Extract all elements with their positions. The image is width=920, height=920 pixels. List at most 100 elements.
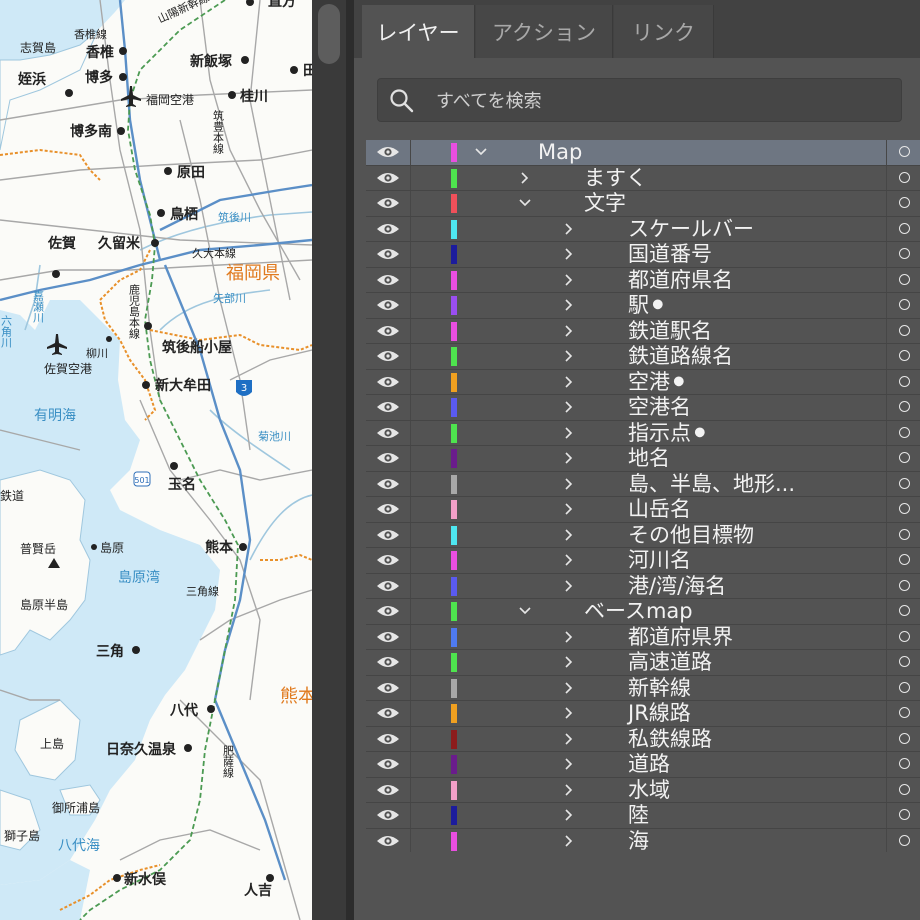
eye-icon[interactable] xyxy=(376,476,400,492)
layer-row[interactable]: 私鉄線路 xyxy=(366,726,920,752)
layer-name[interactable]: 海 xyxy=(628,829,649,854)
layer-name[interactable]: 文字 xyxy=(584,191,626,216)
layer-name[interactable]: JR線路 xyxy=(628,701,691,726)
layer-name[interactable]: Map xyxy=(538,140,582,165)
eye-icon[interactable] xyxy=(376,731,400,747)
layer-row[interactable]: 空港⚫ xyxy=(366,369,920,395)
eye-icon[interactable] xyxy=(376,833,400,849)
chevron-right-icon[interactable] xyxy=(562,273,576,287)
chevron-right-icon[interactable] xyxy=(562,783,576,797)
layer-name[interactable]: 指示点⚫ xyxy=(628,421,709,446)
layer-target-circle[interactable] xyxy=(899,503,910,514)
chevron-right-icon[interactable] xyxy=(562,528,576,542)
chevron-right-icon[interactable] xyxy=(562,400,576,414)
eye-icon[interactable] xyxy=(376,629,400,645)
chevron-right-icon[interactable] xyxy=(562,553,576,567)
layer-target-circle[interactable] xyxy=(899,324,910,336)
chevron-right-icon[interactable] xyxy=(562,732,576,746)
layer-target-circle[interactable] xyxy=(899,452,910,463)
layer-row[interactable]: 地名 xyxy=(366,446,920,472)
layer-target-circle[interactable] xyxy=(899,681,910,693)
canvas-scroll-track[interactable] xyxy=(312,0,346,920)
layer-target-circle[interactable] xyxy=(899,656,910,667)
layer-target-circle[interactable] xyxy=(899,630,910,642)
layer-target-circle[interactable] xyxy=(899,426,910,438)
layer-row[interactable]: ベースmap xyxy=(366,599,920,625)
eye-icon[interactable] xyxy=(376,756,400,772)
layer-target-circle[interactable] xyxy=(899,299,910,310)
eye-icon[interactable] xyxy=(376,501,400,517)
eye-icon[interactable] xyxy=(376,195,400,211)
chevron-down-icon[interactable] xyxy=(518,604,532,618)
layer-row[interactable]: 鉄道路線名 xyxy=(366,344,920,370)
eye-icon[interactable] xyxy=(376,578,400,594)
tab-layers[interactable]: レイヤー xyxy=(362,5,475,58)
eye-icon[interactable] xyxy=(376,807,400,823)
layer-row[interactable]: 指示点⚫ xyxy=(366,420,920,446)
chevron-right-icon[interactable] xyxy=(562,426,576,440)
eye-icon[interactable] xyxy=(376,603,400,619)
layer-name[interactable]: スケールバー xyxy=(628,217,754,242)
chevron-right-icon[interactable] xyxy=(562,375,576,389)
layer-target-circle[interactable] xyxy=(899,222,910,234)
chevron-right-icon[interactable] xyxy=(562,706,576,720)
eye-icon[interactable] xyxy=(376,272,400,288)
layer-name[interactable]: 鉄道路線名 xyxy=(628,344,733,369)
chevron-right-icon[interactable] xyxy=(562,222,576,236)
layer-row[interactable]: 島、半島、地形... xyxy=(366,471,920,497)
layer-name[interactable]: 国道番号 xyxy=(628,242,712,267)
layer-row[interactable]: 新幹線 xyxy=(366,675,920,701)
layer-row[interactable]: ますく xyxy=(366,165,920,191)
eye-icon[interactable] xyxy=(376,170,400,186)
layer-name[interactable]: 新幹線 xyxy=(628,676,691,701)
layer-target-circle[interactable] xyxy=(899,834,910,846)
eye-icon[interactable] xyxy=(376,654,400,670)
layer-name[interactable]: 私鉄線路 xyxy=(628,727,712,752)
map-canvas[interactable]: 3 501 志賀島 香椎線 山陽新幹線 直方 香椎 新飯塚 田 姪浜 博多 福岡… xyxy=(0,0,312,920)
layer-row[interactable]: JR線路 xyxy=(366,701,920,727)
layer-row[interactable]: 都道府県名 xyxy=(366,267,920,293)
eye-icon[interactable] xyxy=(376,374,400,390)
layer-row[interactable]: 港/湾/海名 xyxy=(366,573,920,599)
layer-row[interactable]: その他目標物 xyxy=(366,522,920,548)
search-box[interactable] xyxy=(377,78,902,122)
layer-name[interactable]: ますく xyxy=(584,166,647,191)
layer-name[interactable]: 山岳名 xyxy=(628,497,691,522)
chevron-right-icon[interactable] xyxy=(562,630,576,644)
layer-name[interactable]: 都道府県界 xyxy=(628,625,733,650)
layer-name[interactable]: 水域 xyxy=(628,778,670,803)
eye-icon[interactable] xyxy=(376,246,400,262)
layer-target-circle[interactable] xyxy=(899,605,910,616)
layer-row[interactable]: 鉄道駅名 xyxy=(366,318,920,344)
layer-target-circle[interactable] xyxy=(899,528,910,540)
search-input[interactable] xyxy=(434,85,878,117)
chevron-right-icon[interactable] xyxy=(562,349,576,363)
chevron-right-icon[interactable] xyxy=(562,808,576,822)
tab-links[interactable]: リンク xyxy=(614,5,714,58)
layer-row[interactable]: 高速道路 xyxy=(366,650,920,676)
layer-row[interactable]: 文字 xyxy=(366,191,920,217)
layer-name[interactable]: 空港名 xyxy=(628,395,691,420)
layer-target-circle[interactable] xyxy=(899,273,910,285)
layer-target-circle[interactable] xyxy=(899,732,910,744)
chevron-right-icon[interactable] xyxy=(562,324,576,338)
layer-target-circle[interactable] xyxy=(899,758,910,769)
layer-row[interactable]: スケールバー xyxy=(366,216,920,242)
layer-name[interactable]: 都道府県名 xyxy=(628,268,733,293)
layer-name[interactable]: 陸 xyxy=(628,803,649,828)
chevron-right-icon[interactable] xyxy=(562,757,576,771)
canvas-scroll-thumb[interactable] xyxy=(318,4,340,64)
layer-name[interactable]: 島、半島、地形... xyxy=(628,472,795,497)
layer-target-circle[interactable] xyxy=(899,350,910,361)
chevron-right-icon[interactable] xyxy=(562,579,576,593)
chevron-right-icon[interactable] xyxy=(562,451,576,465)
layer-name[interactable]: 高速道路 xyxy=(628,650,712,675)
eye-icon[interactable] xyxy=(376,399,400,415)
layer-target-circle[interactable] xyxy=(899,375,910,387)
eye-icon[interactable] xyxy=(376,297,400,313)
layer-row[interactable]: 河川名 xyxy=(366,548,920,574)
eye-icon[interactable] xyxy=(376,450,400,466)
chevron-down-icon[interactable] xyxy=(474,145,488,159)
chevron-right-icon[interactable] xyxy=(562,834,576,848)
layer-row[interactable]: Map xyxy=(366,140,920,166)
